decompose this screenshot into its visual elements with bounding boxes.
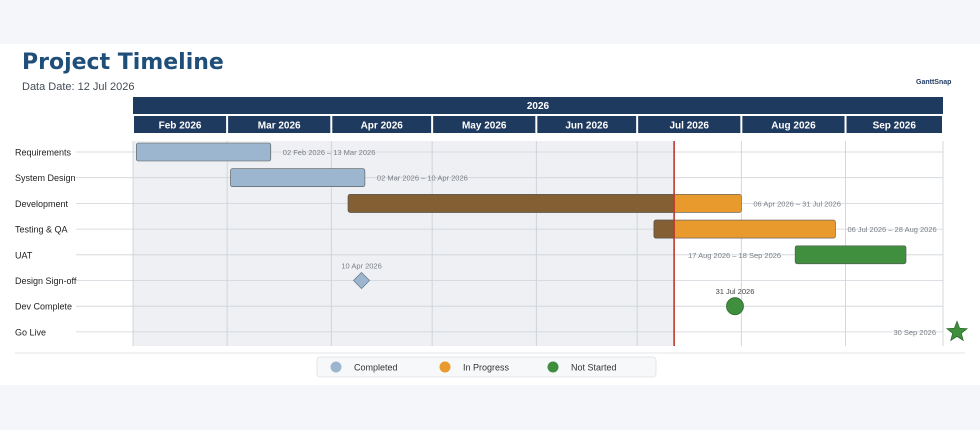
legend-label: Not Started	[571, 363, 617, 373]
row-label: Testing & QA	[15, 225, 68, 235]
row-label: Go Live	[15, 327, 46, 337]
task-bar	[653, 219, 836, 239]
task-bar	[230, 168, 366, 187]
task-bar	[794, 245, 907, 265]
month-label: Sep 2026	[873, 121, 917, 132]
row-label: Requirements	[15, 148, 72, 158]
row-label: Development	[15, 199, 69, 209]
task-bar	[136, 142, 272, 162]
task-bar-fill	[653, 219, 836, 239]
task-bar-elapsed	[653, 219, 675, 239]
row-label: Design Sign-off	[15, 276, 77, 286]
month-label: May 2026	[462, 121, 507, 132]
task-date-label: 06 Jul 2026 – 28 Aug 2026	[847, 225, 936, 234]
month-label: Apr 2026	[361, 121, 404, 132]
legend-marker	[547, 361, 559, 373]
row-label: System Design	[15, 173, 76, 183]
task-bar-elapsed	[347, 194, 675, 213]
milestone-date-label: 30 Sep 2026	[893, 328, 936, 337]
month-label: Aug 2026	[771, 121, 816, 132]
task-bar-fill	[794, 245, 907, 265]
year-label: 2026	[527, 101, 550, 112]
month-label: Feb 2026	[159, 121, 202, 132]
task-date-label: 02 Mar 2026 – 10 Apr 2026	[377, 174, 468, 183]
task-date-label: 06 Apr 2026 – 31 Jul 2026	[753, 199, 841, 208]
month-label: Jul 2026	[670, 121, 710, 132]
task-bar	[347, 194, 742, 213]
gantt-chart: 2026 Feb 2026 Mar 2026 Apr 2026 May 2026 Jun …	[15, 97, 969, 378]
task-bar-fill	[230, 168, 366, 187]
legend-marker	[330, 361, 342, 373]
task-date-label: 02 Feb 2026 – 13 Mar 2026	[283, 148, 376, 157]
task-bar-fill	[136, 142, 272, 162]
month-label: Mar 2026	[258, 121, 301, 132]
milestone-star	[945, 320, 969, 342]
row-label: UAT	[15, 250, 33, 260]
elapsed-shading	[133, 141, 675, 346]
milestone-date-label: 31 Jul 2026	[716, 287, 755, 296]
legend-label: Completed	[354, 363, 398, 373]
legend-marker	[439, 361, 451, 373]
milestone-circle	[726, 297, 744, 316]
legend-label: In Progress	[463, 363, 510, 373]
legend: Completed In Progress Not Started	[316, 356, 657, 378]
task-date-label: 17 Aug 2026 – 18 Sep 2026	[688, 251, 781, 260]
milestone-date-label: 10 Apr 2026	[341, 262, 381, 271]
row-label: Dev Complete	[15, 302, 72, 312]
month-label: Jun 2026	[565, 121, 608, 132]
